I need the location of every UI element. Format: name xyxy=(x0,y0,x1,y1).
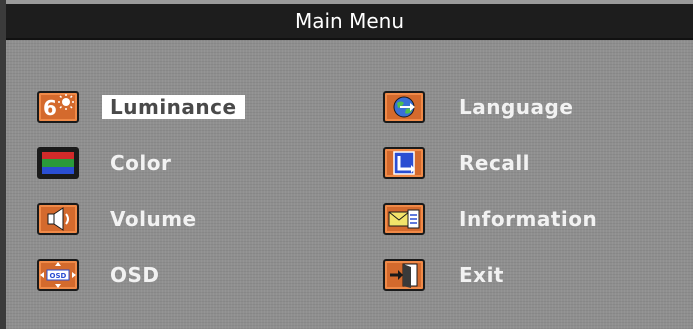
menu-item-language[interactable]: Language xyxy=(383,89,573,125)
osd-position-icon: OSD xyxy=(37,259,79,291)
menu-item-label: Language xyxy=(459,95,574,119)
menu-item-color[interactable]: Color xyxy=(37,145,171,181)
color-bars-icon xyxy=(37,147,79,179)
menu-item-label: OSD xyxy=(110,263,160,287)
envelope-info-icon xyxy=(383,203,425,235)
globe-icon xyxy=(383,91,425,123)
menu-item-label: Information xyxy=(459,207,598,231)
menu-item-label: Color xyxy=(110,151,172,175)
menu-item-information[interactable]: Information xyxy=(383,201,597,237)
menu-item-osd[interactable]: OSD OSD xyxy=(37,257,160,293)
svg-text:OSD: OSD xyxy=(50,272,67,280)
menu-item-label: Volume xyxy=(110,207,197,231)
luminance-icon: 6 xyxy=(37,91,79,123)
menu-item-label: Recall xyxy=(459,151,531,175)
menu-title: Main Menu xyxy=(6,4,693,40)
svg-text:6: 6 xyxy=(43,96,57,120)
menu-item-recall[interactable]: Recall xyxy=(383,145,530,181)
menu-item-label: Luminance xyxy=(102,95,245,119)
speaker-icon xyxy=(37,203,79,235)
monitor-osd-screen: Main Menu 6 Luminance Color Volume OSD O… xyxy=(0,0,693,329)
menu-item-label: Exit xyxy=(459,263,504,287)
exit-door-icon xyxy=(383,259,425,291)
menu-item-luminance[interactable]: 6 Luminance xyxy=(37,89,245,125)
menu-item-volume[interactable]: Volume xyxy=(37,201,197,237)
menu-item-exit[interactable]: Exit xyxy=(383,257,504,293)
recall-icon xyxy=(383,147,425,179)
